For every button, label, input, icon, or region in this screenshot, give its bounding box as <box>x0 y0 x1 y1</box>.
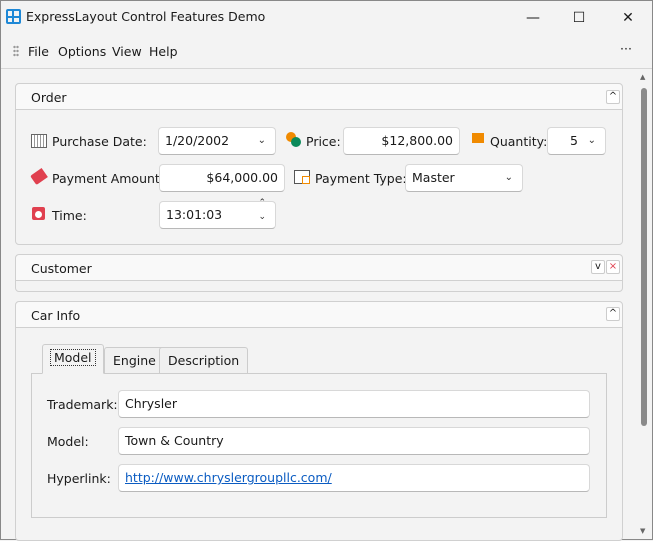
menu-view[interactable]: View <box>112 44 142 59</box>
scroll-up-icon[interactable]: ▲ <box>640 73 645 81</box>
tab-description[interactable]: Description <box>159 347 249 373</box>
hyperlink-field[interactable]: http://www.chryslergroupllc.com/ <box>118 464 590 492</box>
order-group-header: Order <box>16 84 622 110</box>
quantity-field[interactable]: 5 ⌄ <box>547 127 606 155</box>
purchase-date-value: 1/20/2002 <box>165 133 230 148</box>
menu-file[interactable]: File <box>28 44 49 59</box>
car-info-group-header: Car Info <box>16 302 622 328</box>
order-collapse-button[interactable]: ^ <box>606 90 620 104</box>
time-field[interactable]: 13:01:03 ⌃ ⌄ <box>159 198 276 229</box>
calendar-icon <box>31 134 47 148</box>
menu-help[interactable]: Help <box>149 44 178 59</box>
price-field[interactable]: $12,800.00 <box>343 127 460 155</box>
more-menu-button[interactable]: ··· <box>620 41 632 56</box>
customer-expand-button[interactable]: v <box>591 260 605 274</box>
tab-model[interactable]: Model <box>42 344 104 374</box>
customer-group-header: Customer <box>16 255 622 281</box>
quantity-value: 5 <box>570 133 578 148</box>
payment-type-dropdown[interactable]: Master ⌄ <box>405 164 523 192</box>
quantity-label: Quantity: <box>490 134 548 149</box>
payment-type-label: Payment Type: <box>315 171 407 186</box>
maximize-button[interactable]: ☐ <box>556 5 602 31</box>
model-label: Model: <box>47 434 89 449</box>
scroll-down-icon[interactable]: ▼ <box>640 527 645 535</box>
minimize-button[interactable]: — <box>510 5 556 31</box>
order-group: Order <box>15 83 623 245</box>
scrollbar-thumb[interactable] <box>641 88 647 426</box>
customer-close-button[interactable]: × <box>606 260 620 274</box>
hyperlink[interactable]: http://www.chryslergroupllc.com/ <box>125 470 332 485</box>
app-icon <box>6 9 21 24</box>
menu-options[interactable]: Options <box>58 44 106 59</box>
grip-icon[interactable] <box>13 45 19 57</box>
model-field[interactable]: Town & Country <box>118 427 590 455</box>
close-button[interactable]: ✕ <box>605 5 651 31</box>
trademark-field[interactable]: Chrysler <box>118 390 590 418</box>
hyperlink-label: Hyperlink: <box>47 471 111 486</box>
purchase-date-label: Purchase Date: <box>52 134 147 149</box>
spin-up-icon[interactable]: ⌃ ⌄ <box>258 196 266 224</box>
payment-type-value: Master <box>412 170 455 185</box>
payment-amount-label: Payment Amount: <box>52 171 165 186</box>
car-info-collapse-button[interactable]: ^ <box>606 307 620 321</box>
price-label: Price: <box>306 134 341 149</box>
chevron-down-icon[interactable]: ⌄ <box>505 165 513 191</box>
purchase-date-field[interactable]: 1/20/2002 ⌄ <box>158 127 276 155</box>
customer-group: Customer <box>15 254 623 292</box>
chevron-down-icon[interactable]: ⌄ <box>258 128 266 154</box>
window-title: ExpressLayout Control Features Demo <box>26 9 266 24</box>
tab-engine[interactable]: Engine <box>104 347 165 373</box>
tab-model-label: Model <box>50 349 96 366</box>
trademark-label: Trademark: <box>47 397 118 412</box>
payment-amount-field[interactable]: $64,000.00 <box>159 164 285 192</box>
cart-icon <box>472 133 484 143</box>
time-label: Time: <box>52 208 87 223</box>
time-value: 13:01:03 <box>166 207 223 222</box>
chevron-down-icon[interactable]: ⌄ <box>588 128 596 154</box>
